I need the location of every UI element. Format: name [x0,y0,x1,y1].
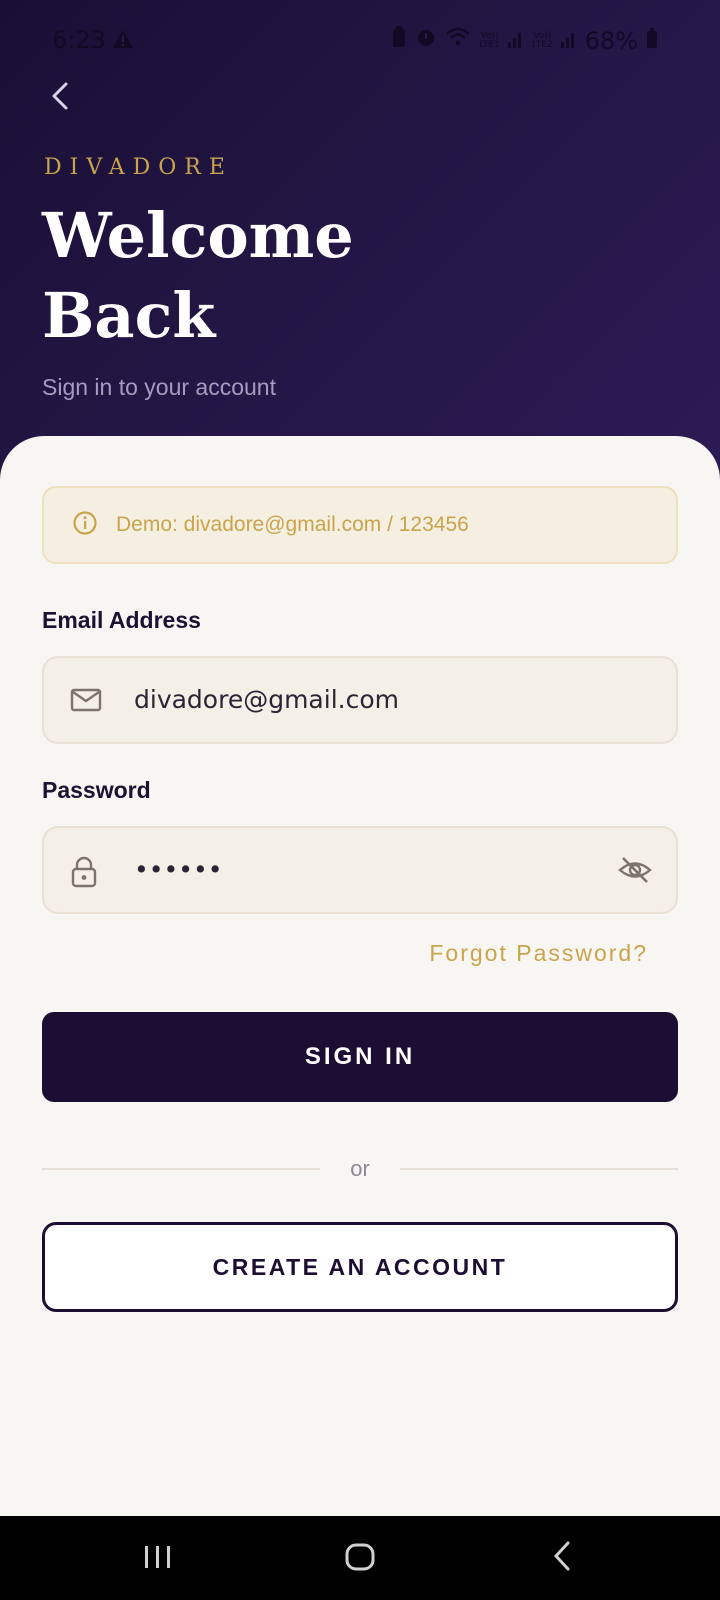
status-icons: Vo)) LTE1 Vo)) LTE2 68% [391,26,658,55]
sim1-label: Vo)) LTE1 [479,30,500,50]
forgot-password-link[interactable]: Forgot Password? [429,940,648,967]
battery-icon [646,27,658,55]
back-button[interactable] [44,78,80,114]
demo-notice-text: Demo: divadore@gmail.com / 123456 [116,513,469,536]
wifi-icon [445,26,471,55]
alarm-icon [415,26,437,55]
warning-icon [112,28,134,56]
sim2-label: Vo)) LTE2 [531,30,553,50]
signal-icon [560,27,577,55]
header: 6:23 Vo)) LTE1 Vo)) LTE2 68% DIVADORE We… [0,0,720,480]
password-label: Password [42,777,151,803]
info-icon [72,510,98,541]
signal-icon [507,27,524,55]
battery-saver-icon [391,26,407,55]
page-subtitle: Sign in to your account [42,374,276,400]
battery-percent: 68% [584,26,638,55]
password-value: •••••• [134,855,223,884]
mail-icon [70,686,102,719]
email-value: divadore@gmail.com [134,685,399,714]
form-sheet [0,436,720,1516]
lock-icon [70,856,98,893]
divider-line-right [400,1168,678,1170]
create-account-button[interactable]: CREATE AN ACCOUNT [42,1222,678,1312]
nav-back-icon[interactable] [550,1540,574,1577]
password-field[interactable]: •••••• [42,826,678,914]
email-label: Email Address [42,607,201,633]
email-field[interactable]: divadore@gmail.com [42,656,678,744]
recents-icon[interactable] [142,1542,174,1577]
eye-off-icon[interactable] [618,855,652,890]
page-title: Welcome Back [42,199,354,352]
home-icon[interactable] [344,1542,376,1577]
status-bar: 6:23 Vo)) LTE1 Vo)) LTE2 68% [0,22,720,62]
status-time: 6:23 [52,26,106,54]
demo-notice: Demo: divadore@gmail.com / 123456 [42,486,678,564]
sign-in-button[interactable]: SIGN IN [42,1012,678,1102]
brand-name: DIVADORE [44,155,233,180]
system-nav-bar [0,1516,720,1600]
chevron-left-icon [52,82,68,110]
